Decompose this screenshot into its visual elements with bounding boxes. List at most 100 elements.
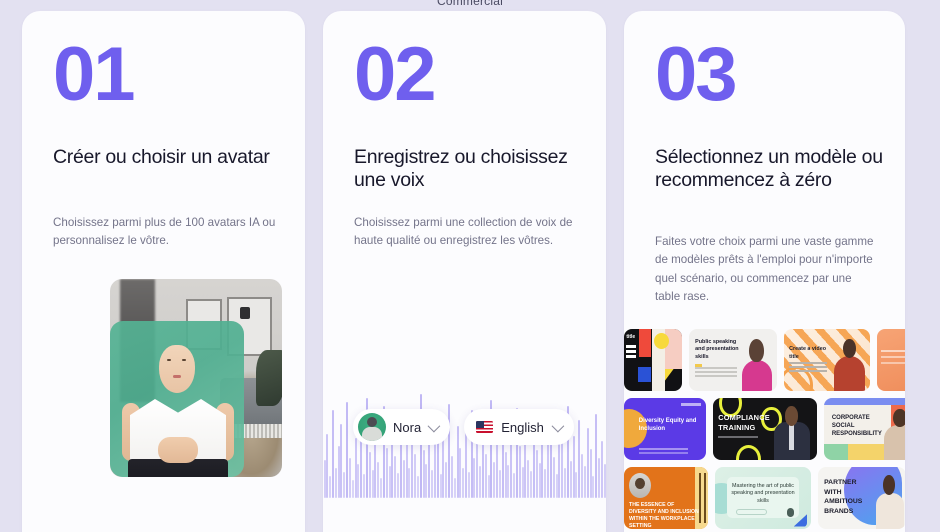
template-label: Public speaking and presentation skills <box>695 338 739 360</box>
plant-shape <box>256 350 282 406</box>
voice-selector-pill[interactable]: Nora <box>353 409 451 445</box>
template-label: CORPORATE SOCIAL RESPONSIBILITY <box>831 415 882 438</box>
template-diversity-equity-inclusion[interactable]: Diversity Equity and Inclusion <box>624 398 706 460</box>
template-compliance-training[interactable]: COMPLIANCE TRAINING <box>713 398 817 460</box>
template-public-speaking[interactable]: Public speaking and presentation skills <box>689 329 777 391</box>
waveform-bar <box>453 478 456 498</box>
waveform-bar <box>572 436 575 498</box>
decor-block <box>824 443 848 460</box>
template-label: THE ESSENCE OF DIVERSITY AND INCLUSION W… <box>629 501 699 529</box>
language-selector-pill[interactable]: English <box>464 409 574 445</box>
waveform-bar <box>416 476 419 498</box>
template-person <box>773 403 810 460</box>
us-flag-icon <box>476 421 494 433</box>
step-card-3[interactable]: 03 Sélectionnez un modèle ou recommencez… <box>624 11 905 532</box>
decor-circle <box>735 445 761 460</box>
template-label: Create a video title <box>789 346 827 360</box>
template-person <box>883 407 905 460</box>
lips-shape <box>173 375 181 378</box>
cut-off-heading: Commercial <box>436 0 503 8</box>
step-card-2[interactable]: 02 Enregistrez ou choisissez une voix Ch… <box>323 11 606 532</box>
waveform-bar <box>431 470 434 498</box>
waveform-bar <box>507 465 510 498</box>
waveform-bar <box>552 457 555 498</box>
voice-controls: Nora English <box>353 409 574 445</box>
waveform-bar <box>479 466 482 498</box>
page-root: Commercial 01 Créer ou choisir un avatar… <box>0 0 940 532</box>
waveform-bar <box>425 464 428 498</box>
waveform-bar <box>377 462 380 498</box>
waveform-bar <box>348 458 351 498</box>
template-essence-of-diversity[interactable]: THE ESSENCE OF DIVERSITY AND INCLUSION W… <box>624 467 708 529</box>
waveform-bar <box>445 462 448 498</box>
chevron-down-icon <box>551 419 565 432</box>
template-person <box>876 472 905 529</box>
waveform-bar <box>598 458 600 498</box>
waveform-bar <box>323 460 326 498</box>
decor-lines <box>881 350 905 353</box>
waveform-bar <box>547 440 550 498</box>
template-gallery: title Public speaking and presentation s… <box>624 329 905 532</box>
voice-name-label: Nora <box>393 419 422 435</box>
waveform-bar <box>340 424 343 498</box>
waveform-bar <box>569 461 572 498</box>
step-number-2: 02 <box>354 32 437 117</box>
avatar-photo-preview <box>110 279 282 477</box>
face-shape <box>159 345 195 393</box>
waveform-bar <box>334 468 337 498</box>
decor-lines <box>718 436 758 439</box>
waveform-bar <box>405 440 408 498</box>
template-peach-gradient[interactable] <box>877 329 905 391</box>
decor-button <box>736 509 767 516</box>
waveform-bar <box>535 450 538 498</box>
waveform-bar <box>380 478 383 498</box>
waveform-bar <box>595 414 598 498</box>
microphone-icon <box>786 507 794 517</box>
template-partner-with-ambitious-brands[interactable]: PARTNER WITH AMBITIOUS BRANDS <box>818 467 905 529</box>
waveform-bar <box>331 410 334 498</box>
steps-card-row: 01 Créer ou choisir un avatar Choisissez… <box>22 11 905 532</box>
step-description-3: Faites votre choix parmi une vaste gamme… <box>655 235 874 303</box>
waveform-bar <box>368 452 371 498</box>
template-row: Diversity Equity and Inclusion COMPLIANC… <box>624 398 905 460</box>
decor-accent <box>695 363 703 367</box>
step-description-2: Choisissez parmi une collection de voix … <box>354 216 573 248</box>
decor-lines <box>638 448 688 451</box>
waveform-bar <box>527 460 530 498</box>
template-mastering-public-speaking[interactable]: Mastering the art of public speaking and… <box>715 467 811 529</box>
waveform-bar <box>371 470 374 498</box>
step-number-3: 03 <box>655 32 738 117</box>
eye-shape <box>182 359 186 361</box>
template-corporate-social-responsibility[interactable]: CORPORATE SOCIAL RESPONSIBILITY <box>824 398 905 460</box>
waveform-bar <box>496 438 499 498</box>
waveform-bar <box>414 454 417 498</box>
waveform-bar <box>493 462 496 498</box>
template-person <box>833 336 867 391</box>
step-card-1[interactable]: 01 Créer ou choisir un avatar Choisissez… <box>22 11 305 532</box>
waveform-bar <box>346 402 349 498</box>
waveform-bar <box>586 428 589 498</box>
decor-block <box>847 443 887 460</box>
template-create-video-title[interactable]: Create a video title <box>784 329 870 391</box>
waveform-bar <box>402 460 405 498</box>
step-title-3: Sélectionnez un modèle ou recommencez à … <box>655 146 883 191</box>
waveform-bar <box>513 473 516 498</box>
waveform-bar <box>600 441 603 498</box>
waveform-bar <box>603 464 606 498</box>
waveform-bar <box>459 448 462 498</box>
waveform-bar <box>589 449 592 498</box>
template-label: Diversity Equity and Inclusion <box>638 417 697 432</box>
waveform-bar <box>473 458 476 498</box>
waveform-bar <box>422 450 425 498</box>
waveform-bar <box>583 466 586 498</box>
step-number-1: 01 <box>53 32 136 117</box>
waveform-bar <box>555 474 558 498</box>
waveform-bar <box>504 452 507 498</box>
waveform-bar <box>530 471 533 498</box>
language-label: English <box>501 419 544 435</box>
waveform-bar <box>343 472 346 498</box>
template-label: COMPLIANCE TRAINING <box>718 412 770 432</box>
template-abstract-geometric[interactable]: title <box>624 329 682 391</box>
step-title-1: Créer ou choisir un avatar <box>53 146 270 168</box>
waveform-bar <box>521 467 524 498</box>
